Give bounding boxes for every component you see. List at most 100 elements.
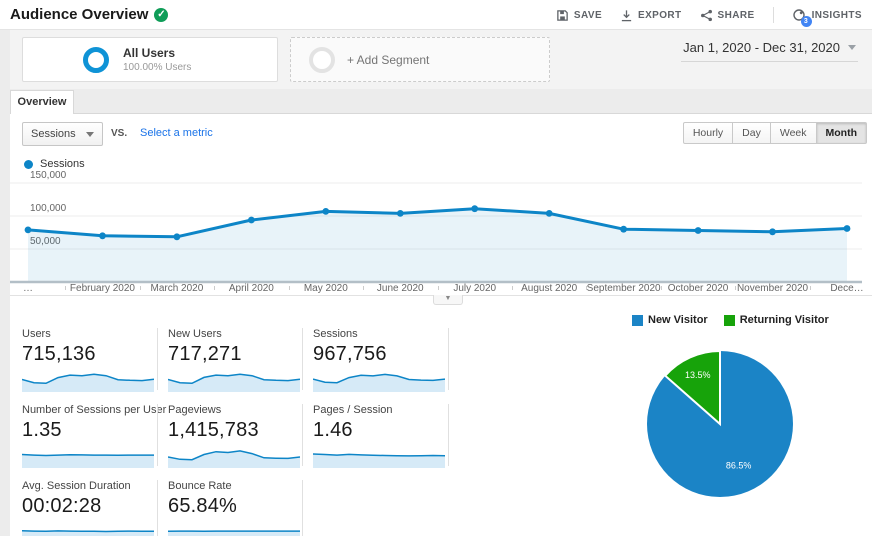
app-header: Audience Overview ✓ SAVE EXPORT SHARE 3 (0, 0, 872, 30)
metric-value: 1.35 (22, 419, 62, 441)
export-button[interactable]: EXPORT (620, 9, 682, 22)
x-tick-label: August 2020 (521, 283, 578, 294)
metric-dropdown[interactable]: Sessions (22, 122, 103, 146)
card-divider (302, 480, 303, 536)
metric-label: Pageviews (168, 404, 222, 416)
metric-card-number-of-sessions-per-user: Number of Sessions per User 1.35 (22, 404, 167, 468)
metric-sparkline (168, 450, 300, 468)
granularity-day[interactable]: Day (733, 122, 771, 144)
metric-card-bounce-rate: Bounce Rate 65.84% (168, 480, 302, 536)
metric-value: 1,415,783 (168, 419, 259, 441)
x-tick-mark (65, 286, 67, 290)
legend-returning-visitor: Returning Visitor (723, 314, 829, 326)
add-segment-button[interactable]: + Add Segment (290, 37, 550, 82)
share-icon (700, 9, 713, 22)
header-actions: SAVE EXPORT SHARE 3 INSIGHTS (556, 0, 866, 30)
metric-label: New Users (168, 328, 222, 340)
select-metric-link[interactable]: Select a metric (140, 127, 213, 139)
x-tick-label: February 2020 (69, 283, 135, 294)
x-tick-mark (437, 286, 439, 290)
vs-label: VS. (111, 128, 128, 139)
share-button[interactable]: SHARE (700, 9, 755, 22)
granularity-month[interactable]: Month (816, 122, 867, 144)
annotations-expander[interactable]: ▼ (433, 295, 463, 305)
chevron-down-icon (85, 131, 94, 137)
metric-sparkline (313, 373, 445, 392)
metric-label: Number of Sessions per User (22, 404, 167, 416)
sessions-line-chart (10, 182, 862, 284)
add-segment-label: + Add Segment (347, 52, 430, 67)
chart-legend: Sessions (24, 158, 85, 170)
metric-label: Bounce Rate (168, 480, 232, 492)
metric-card-sessions: Sessions 967,756 (313, 328, 447, 392)
add-segment-circle-icon (309, 46, 335, 73)
metric-label: Sessions (313, 328, 358, 340)
new-visitor-swatch-icon (632, 314, 643, 326)
insights-button[interactable]: 3 INSIGHTS (792, 8, 866, 27)
card-divider (157, 404, 158, 466)
legend-new-visitor: New Visitor (632, 314, 708, 326)
metric-value: 1.46 (313, 419, 353, 441)
metric-card-pages-session: Pages / Session 1.46 (313, 404, 447, 468)
metric-value: 715,136 (22, 343, 96, 365)
x-tick-mark (363, 286, 365, 290)
chart-legend-label: Sessions (40, 158, 85, 170)
chart-controls: Sessions VS. Select a metric Hourly Day We… (10, 120, 872, 146)
visitor-pie-chart: 13.5% 86.5% (640, 344, 800, 509)
card-divider (448, 328, 449, 390)
metric-sparkline (168, 530, 300, 536)
granularity-toggle: Hourly Day Week Month (682, 122, 867, 144)
save-icon (556, 9, 569, 22)
insights-count-badge: 3 (800, 15, 812, 27)
x-tick-mark (511, 286, 513, 290)
segment-bar: All Users 100.00% Users + Add Segment Ja… (10, 30, 872, 89)
x-tick-mark (288, 286, 290, 290)
x-tick-mark (586, 286, 588, 290)
visitor-type-legend: New Visitor Returning Visitor (632, 314, 829, 326)
metric-card-new-users: New Users 717,271 (168, 328, 302, 392)
x-tick-label: July 2020 (453, 283, 497, 294)
metric-card-pageviews: Pageviews 1,415,783 (168, 404, 302, 468)
card-divider (157, 328, 158, 390)
granularity-hourly[interactable]: Hourly (682, 122, 734, 144)
date-range-selector[interactable]: Jan 1, 2020 - Dec 31, 2020 (681, 38, 858, 62)
x-tick-mark (660, 286, 662, 290)
card-divider (157, 480, 158, 536)
x-tick-label: … (23, 283, 33, 294)
report-panel: Sessions VS. Select a metric Hourly Day We… (10, 114, 872, 536)
metric-value: 717,271 (168, 343, 242, 365)
save-button[interactable]: SAVE (556, 9, 602, 22)
card-divider (448, 404, 449, 466)
metric-card-users: Users 715,136 (22, 328, 156, 392)
x-tick-mark (214, 286, 216, 290)
segment-detail: 100.00% Users (123, 62, 192, 73)
segment-donut-icon (83, 46, 109, 73)
page-title: Audience Overview (10, 6, 149, 23)
x-tick-mark (139, 286, 141, 290)
segment-name: All Users (123, 46, 176, 60)
sessions-legend-dot-icon (24, 159, 33, 169)
metric-label: Pages / Session (313, 404, 393, 416)
card-divider (302, 328, 303, 390)
granularity-week[interactable]: Week (770, 122, 817, 144)
returning-visitor-swatch-icon (723, 314, 735, 326)
metric-value: 967,756 (313, 343, 387, 365)
metric-label: Avg. Session Duration (22, 480, 131, 492)
metric-sparkline (313, 453, 445, 468)
metric-value: 65.84% (168, 495, 238, 517)
verified-check-icon: ✓ (154, 7, 169, 22)
tab-overview[interactable]: Overview (10, 90, 74, 114)
x-tick-mark (735, 286, 737, 290)
metric-sparkline (168, 373, 300, 392)
download-icon (620, 9, 633, 22)
metric-sparkline (22, 373, 154, 392)
pie-label-new: 86.5% (726, 460, 752, 470)
x-tick-label: October 2020 (667, 283, 729, 294)
date-range-text: Jan 1, 2020 - Dec 31, 2020 (683, 40, 840, 55)
metric-card-avg-session-duration: Avg. Session Duration 00:02:28 (22, 480, 156, 536)
metric-value: 00:02:28 (22, 495, 102, 517)
x-tick-label: May 2020 (303, 283, 348, 294)
chevron-down-icon (848, 45, 856, 50)
pie-label-returning: 13.5% (685, 370, 711, 380)
segment-all-users[interactable]: All Users 100.00% Users (22, 37, 278, 82)
